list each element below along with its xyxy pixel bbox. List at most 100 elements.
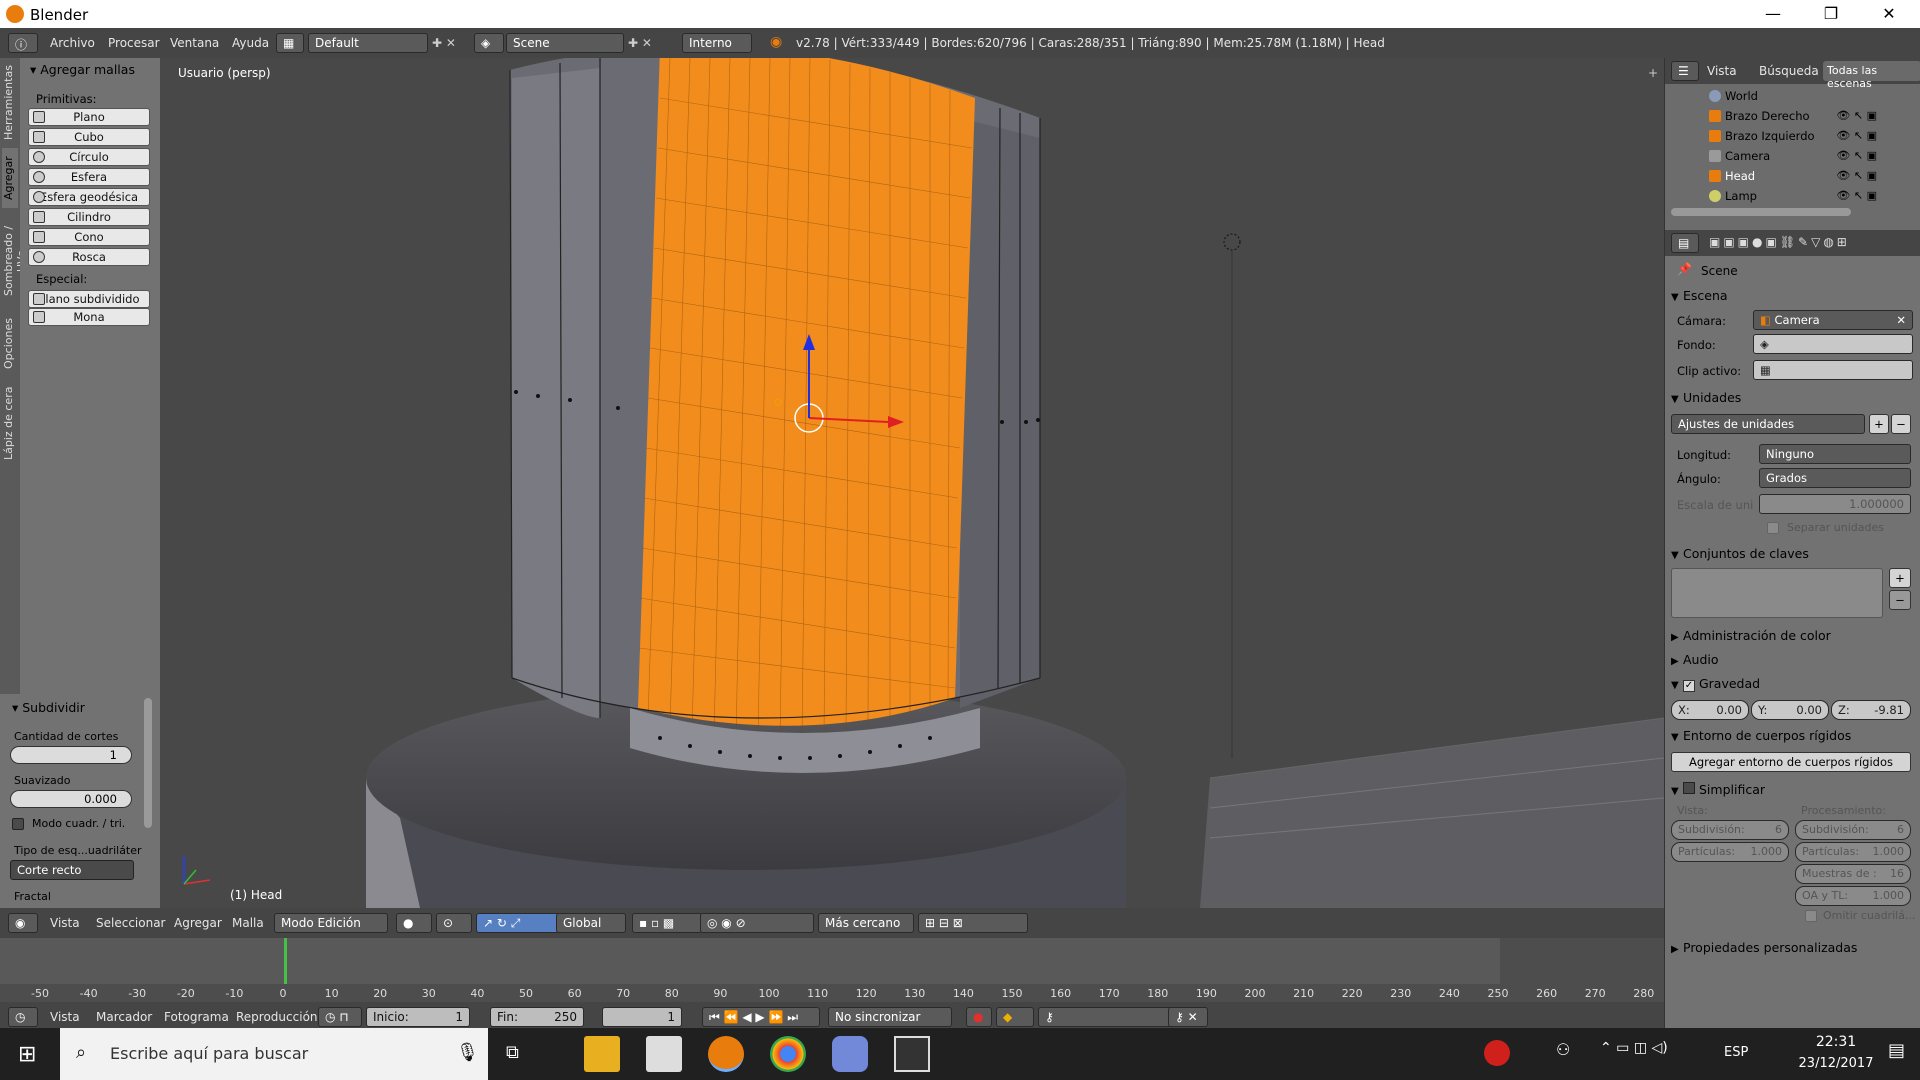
- cuts-field[interactable]: 1: [10, 746, 132, 764]
- pin-icon[interactable]: 📌: [1677, 262, 1692, 276]
- operator-title[interactable]: ▾ Subdividir: [12, 700, 85, 715]
- visibility-eye-icon[interactable]: 👁 ↖ ▣: [1836, 109, 1877, 122]
- menu-seleccionar[interactable]: Seleccionar: [96, 916, 165, 930]
- tray-icons[interactable]: ⌃ ▭ ◫ ◁): [1600, 1040, 1668, 1056]
- add-cone-button[interactable]: Cono: [28, 228, 150, 246]
- section-gravity[interactable]: ▼ ✓ Gravedad: [1671, 676, 1760, 692]
- add-cube-button[interactable]: Cubo: [28, 128, 150, 146]
- scene-icon[interactable]: ◈: [474, 33, 504, 53]
- maximize-button[interactable]: ❐: [1802, 0, 1860, 28]
- mail-icon[interactable]: [646, 1036, 682, 1072]
- gravity-y-field[interactable]: Y: 0.00: [1751, 700, 1829, 720]
- tab-sombreado[interactable]: Sombreado / UVs: [2, 214, 28, 308]
- chrome-icon[interactable]: [770, 1036, 806, 1072]
- render-subdivision-field[interactable]: Subdivisión: 6: [1795, 820, 1911, 840]
- section-audio[interactable]: ▶ Audio: [1671, 652, 1719, 667]
- unit-scale-field[interactable]: 1.000000: [1759, 494, 1911, 514]
- shading-select[interactable]: ●: [396, 913, 432, 933]
- section-keying-sets[interactable]: ▼ Conjuntos de claves: [1671, 546, 1809, 561]
- outliner-item-head[interactable]: Head 👁 ↖ ▣: [1665, 166, 1920, 186]
- tab-opciones[interactable]: Opciones: [2, 314, 18, 374]
- task-view-icon[interactable]: ⧉: [506, 1042, 519, 1063]
- outliner-tab-todas[interactable]: Todas las escenas: [1823, 61, 1920, 90]
- section-rigid-body[interactable]: ▼ Entorno de cuerpos rígidos: [1671, 728, 1851, 743]
- tab-herramientas[interactable]: Herramientas: [2, 64, 18, 142]
- blender-taskbar-icon[interactable]: [708, 1036, 744, 1072]
- properties-type-button[interactable]: ▤: [1671, 233, 1699, 253]
- people-icon[interactable]: ⚇: [1556, 1040, 1570, 1059]
- pivot-select[interactable]: ⊙: [436, 913, 472, 933]
- section-custom-properties[interactable]: ▶ Propiedades personalizadas: [1671, 940, 1857, 955]
- outliner-item-camera[interactable]: Camera 👁 ↖ ▣: [1665, 146, 1920, 166]
- close-button[interactable]: ✕: [1860, 0, 1918, 28]
- outliner-item-brazo-derecho[interactable]: Brazo Derecho 👁 ↖ ▣: [1665, 106, 1920, 126]
- editor-type-timeline-button[interactable]: ◷: [8, 1007, 38, 1027]
- photos-icon[interactable]: [894, 1036, 930, 1072]
- visibility-eye-icon[interactable]: 👁 ↖ ▣: [1836, 169, 1877, 182]
- outliner-item-world[interactable]: World: [1665, 86, 1920, 106]
- add-torus-button[interactable]: Rosca: [28, 248, 150, 266]
- keying-sets-list[interactable]: [1671, 568, 1883, 618]
- add-plane-button[interactable]: Plano: [28, 108, 150, 126]
- add-scene-icon[interactable]: ✚ ✕: [628, 36, 652, 50]
- scene-field[interactable]: Scene: [506, 33, 624, 53]
- add-rigid-world-button[interactable]: Agregar entorno de cuerpos rígidos: [1671, 752, 1911, 772]
- view-subdivision-field[interactable]: Subdivisión: 6: [1671, 820, 1789, 840]
- menu-ayuda[interactable]: Ayuda: [232, 36, 269, 50]
- section-escena[interactable]: ▼ Escena: [1671, 288, 1728, 303]
- gravity-z-field[interactable]: Z: -9.81: [1831, 700, 1911, 720]
- outliner-tab-vista[interactable]: Vista: [1707, 64, 1737, 78]
- add-monkey-button[interactable]: Mona: [28, 308, 150, 326]
- proportional-buttons[interactable]: ◎ ◉ ⊘: [700, 913, 814, 933]
- skip-quad-checkbox[interactable]: [1805, 910, 1817, 922]
- viewport-add-icon[interactable]: +: [1648, 66, 1658, 80]
- file-explorer-icon[interactable]: [584, 1036, 620, 1072]
- editor-type-info-button[interactable]: ⓘ: [8, 33, 38, 53]
- add-icosphere-button[interactable]: Esfera geodésica: [28, 188, 150, 206]
- render-engine-select[interactable]: Interno: [682, 33, 752, 53]
- visibility-eye-icon[interactable]: 👁 ↖ ▣: [1836, 189, 1877, 202]
- clock-time[interactable]: 22:31: [1806, 1034, 1866, 1050]
- render-particles-field[interactable]: Partículas: 1.000: [1795, 842, 1911, 862]
- discord-icon[interactable]: [832, 1036, 868, 1072]
- snap-tools[interactable]: ⊞ ⊟ ⊠: [918, 913, 1028, 933]
- section-unidades[interactable]: ▼ Unidades: [1671, 390, 1741, 405]
- view-particles-field[interactable]: Partículas: 1.000: [1671, 842, 1789, 862]
- visibility-eye-icon[interactable]: 👁 ↖ ▣: [1836, 149, 1877, 162]
- add-keying-set-button[interactable]: +: [1889, 568, 1911, 588]
- clock-date[interactable]: 23/12/2017: [1794, 1056, 1878, 1071]
- corner-select[interactable]: Corte recto: [10, 860, 134, 880]
- section-simplify[interactable]: ▼ Simplificar: [1671, 782, 1765, 797]
- tray-app-icon[interactable]: [1484, 1040, 1510, 1066]
- outliner-hscrollbar[interactable]: [1671, 208, 1851, 216]
- length-select[interactable]: Ninguno: [1759, 444, 1911, 464]
- camera-field[interactable]: ◧ Camera ✕: [1753, 310, 1913, 330]
- minimize-button[interactable]: —: [1744, 0, 1802, 28]
- 3d-viewport[interactable]: Usuario (persp) (1) Head +: [160, 58, 1664, 908]
- keying-set-buttons[interactable]: ⚷ ✕: [1168, 1007, 1208, 1027]
- clear-icon[interactable]: ✕: [1896, 313, 1906, 327]
- editor-type-3d-button[interactable]: ◉: [8, 913, 38, 933]
- add-circle-button[interactable]: Círculo: [28, 148, 150, 166]
- add-sphere-button[interactable]: Esfera: [28, 168, 150, 186]
- simplify-checkbox[interactable]: [1683, 782, 1695, 794]
- keying-set-field[interactable]: ⚷: [1038, 1007, 1188, 1027]
- preview-range-button[interactable]: ◷ ⊓: [318, 1007, 362, 1027]
- sync-select[interactable]: No sincronizar: [828, 1007, 952, 1027]
- add-preset-button[interactable]: +: [1869, 414, 1889, 434]
- quad-tri-checkbox[interactable]: [12, 818, 24, 830]
- start-frame-field[interactable]: Inicio: 1: [366, 1007, 470, 1027]
- menu-fotograma[interactable]: Fotograma: [164, 1010, 229, 1024]
- active-clip-field[interactable]: ▦: [1753, 360, 1913, 380]
- menu-procesar[interactable]: Procesar: [108, 36, 160, 50]
- taskbar-search[interactable]: ⌕ Escribe aquí para buscar 🎙: [60, 1028, 488, 1080]
- snap-select[interactable]: Más cercano: [818, 913, 914, 933]
- menu-agregar[interactable]: Agregar: [174, 916, 222, 930]
- properties-context-tabs[interactable]: ▣▣▣●▣⛓✎▽◍⊞: [1709, 235, 1850, 249]
- add-layout-icon[interactable]: ✚ ✕: [432, 36, 456, 50]
- orientation-select[interactable]: Global: [556, 913, 626, 933]
- angle-select[interactable]: Grados: [1759, 468, 1911, 488]
- operator-scrollbar[interactable]: [144, 698, 152, 828]
- add-grid-button[interactable]: Plano subdividido: [28, 290, 150, 308]
- ao-sss-field[interactable]: OA y TL: 1.000: [1795, 886, 1911, 906]
